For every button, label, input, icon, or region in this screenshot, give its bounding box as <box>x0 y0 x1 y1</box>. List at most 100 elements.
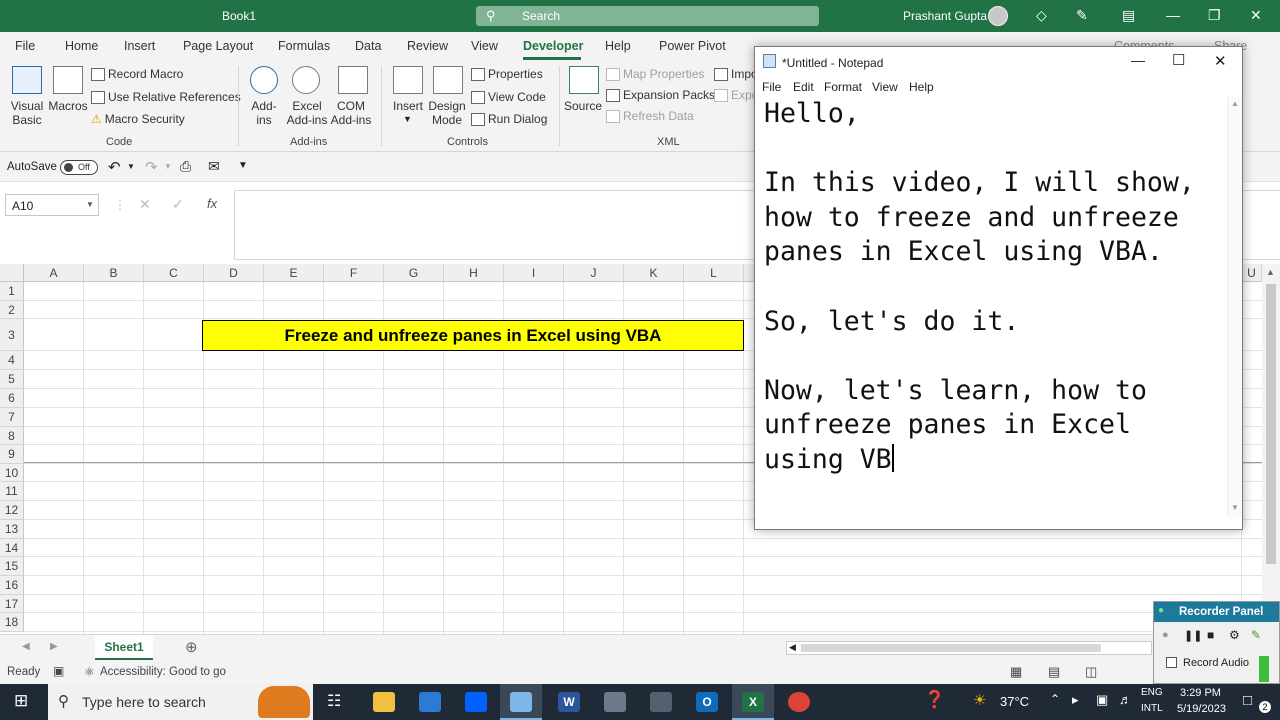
column-header-e[interactable]: E <box>264 264 324 282</box>
row-header-8[interactable]: 8 <box>0 427 24 445</box>
close-icon[interactable]: ✕ <box>1214 52 1227 70</box>
column-header-a[interactable]: A <box>24 264 84 282</box>
calculator-icon[interactable] <box>650 692 672 712</box>
weather-temp[interactable]: 37°C <box>1000 694 1029 709</box>
refresh-data-button[interactable]: Refresh Data <box>606 109 694 124</box>
search-box[interactable]: ⚲ Search <box>476 6 819 26</box>
row-header-18[interactable]: 18 <box>0 613 24 632</box>
dropbox-icon[interactable] <box>465 692 487 712</box>
scroll-left-icon[interactable]: ◀ <box>789 642 796 653</box>
row-header-3[interactable]: 3 <box>0 319 24 351</box>
excel-taskbar-button[interactable]: X <box>732 684 774 720</box>
clock-date[interactable]: 5/19/2023 <box>1177 703 1226 715</box>
avatar[interactable] <box>988 6 1008 26</box>
volume-icon[interactable]: ♬ <box>1119 692 1132 707</box>
column-header-g[interactable]: G <box>384 264 444 282</box>
accessibility-icon[interactable]: ⚛ <box>84 665 95 679</box>
pen-icon[interactable]: ✎ <box>1076 7 1088 24</box>
column-header-k[interactable]: K <box>624 264 684 282</box>
page-break-icon[interactable]: ◫ <box>1085 664 1097 680</box>
pause-icon[interactable]: ❚❚ <box>1184 629 1202 642</box>
row-header-2[interactable]: 2 <box>0 301 24 319</box>
sheet-tab-sheet1[interactable]: Sheet1 <box>95 635 153 661</box>
menu-edit[interactable]: Edit <box>793 80 814 94</box>
menu-view[interactable]: View <box>872 80 898 94</box>
tab-page-layout[interactable]: Page Layout <box>183 39 253 53</box>
scroll-down-icon[interactable]: ▼ <box>1231 503 1239 512</box>
word-icon[interactable]: W <box>558 692 580 712</box>
column-header-j[interactable]: J <box>564 264 624 282</box>
weather-icon[interactable]: ☀ <box>973 691 986 709</box>
relative-references-button[interactable]: Use Relative References <box>91 90 241 105</box>
tab-view[interactable]: View <box>471 39 498 53</box>
clock-time[interactable]: 3:29 PM <box>1180 687 1221 699</box>
record-macro-button[interactable]: Record Macro <box>91 67 183 82</box>
scroll-thumb[interactable] <box>1266 284 1276 564</box>
tab-power-pivot[interactable]: Power Pivot <box>659 39 726 53</box>
ribbon-display-icon[interactable]: ▤ <box>1122 7 1135 24</box>
com-addins-button[interactable] <box>338 66 368 94</box>
row-header-12[interactable]: 12 <box>0 501 24 520</box>
column-header-h[interactable]: H <box>444 264 504 282</box>
row-header-10[interactable]: 10 <box>0 464 24 482</box>
row-header-4[interactable]: 4 <box>0 351 24 370</box>
tab-review[interactable]: Review <box>407 39 448 53</box>
maximize-icon[interactable]: ☐ <box>1172 51 1185 69</box>
row-header-11[interactable]: 11 <box>0 482 24 501</box>
row-header-9[interactable]: 9 <box>0 445 24 464</box>
name-box[interactable]: A10 ▼ <box>5 194 99 216</box>
menu-file[interactable]: File <box>762 80 781 94</box>
taskbar-search[interactable]: ⚲ Type here to search <box>48 684 313 720</box>
app-icon[interactable] <box>604 692 626 712</box>
user-name[interactable]: Prashant Gupta <box>903 9 987 23</box>
help-icon[interactable]: ❓ <box>924 690 945 710</box>
network-icon[interactable]: ▸ <box>1072 692 1079 708</box>
recorder-title-bar[interactable]: ● Recorder Panel <box>1154 602 1279 622</box>
settings-icon[interactable]: ⚙ <box>1229 628 1240 642</box>
stop-icon[interactable]: ■ <box>1207 628 1214 642</box>
xml-source-button[interactable] <box>569 66 599 94</box>
record-icon[interactable]: ● <box>1162 629 1169 641</box>
column-header-f[interactable]: F <box>324 264 384 282</box>
language-1[interactable]: ENG <box>1141 687 1163 698</box>
customize-qat-icon[interactable]: ▼ <box>238 160 248 171</box>
file-explorer-icon[interactable] <box>373 692 395 712</box>
scroll-up-icon[interactable]: ▲ <box>1231 99 1239 108</box>
outlook-icon[interactable]: O <box>696 692 718 712</box>
chevron-down-icon[interactable]: ▼ <box>86 200 94 209</box>
menu-help[interactable]: Help <box>909 80 934 94</box>
notepad-scrollbar[interactable]: ▲ ▼ <box>1227 97 1242 517</box>
visual-basic-button[interactable] <box>12 66 42 94</box>
row-header-6[interactable]: 6 <box>0 389 24 408</box>
row-header-14[interactable]: 14 <box>0 539 24 557</box>
language-2[interactable]: INTL <box>1141 703 1163 714</box>
tab-formulas[interactable]: Formulas <box>278 39 330 53</box>
xml-export-button[interactable]: Expo <box>714 88 758 103</box>
macros-button[interactable] <box>53 66 83 94</box>
pen-icon[interactable]: ✎ <box>1251 628 1261 642</box>
print-preview-icon[interactable]: ⎙ <box>180 158 191 175</box>
tab-data[interactable]: Data <box>355 39 381 53</box>
chevron-up-icon[interactable]: ⌃ <box>1050 692 1060 706</box>
chrome-icon[interactable] <box>788 692 810 712</box>
notepad-title-bar[interactable]: *Untitled - Notepad — ☐ ✕ <box>755 47 1242 77</box>
insert-function-icon[interactable]: fx <box>207 196 217 211</box>
row-header-13[interactable]: 13 <box>0 520 24 539</box>
enter-icon[interactable]: ✓ <box>172 196 184 213</box>
record-audio-checkbox[interactable] <box>1166 657 1177 668</box>
store-icon[interactable] <box>419 692 441 712</box>
row-header-5[interactable]: 5 <box>0 370 24 389</box>
undo-icon[interactable]: ↶ <box>108 158 121 176</box>
minimize-icon[interactable]: — <box>1131 52 1145 68</box>
addins-button[interactable] <box>250 66 278 94</box>
tab-insert[interactable]: Insert <box>124 39 155 53</box>
redo-icon[interactable]: ↷ <box>145 158 158 176</box>
column-header-b[interactable]: B <box>84 264 144 282</box>
tab-home[interactable]: Home <box>65 39 98 53</box>
scroll-right-icon[interactable]: ▶ <box>50 641 58 652</box>
tab-help[interactable]: Help <box>605 39 631 53</box>
normal-view-icon[interactable]: ▦ <box>1010 664 1022 680</box>
notepad-text-area[interactable]: Hello, In this video, I will show, how to … <box>755 97 1227 517</box>
column-header-u[interactable]: U <box>1242 264 1262 282</box>
minimize-icon[interactable]: — <box>1166 7 1180 23</box>
